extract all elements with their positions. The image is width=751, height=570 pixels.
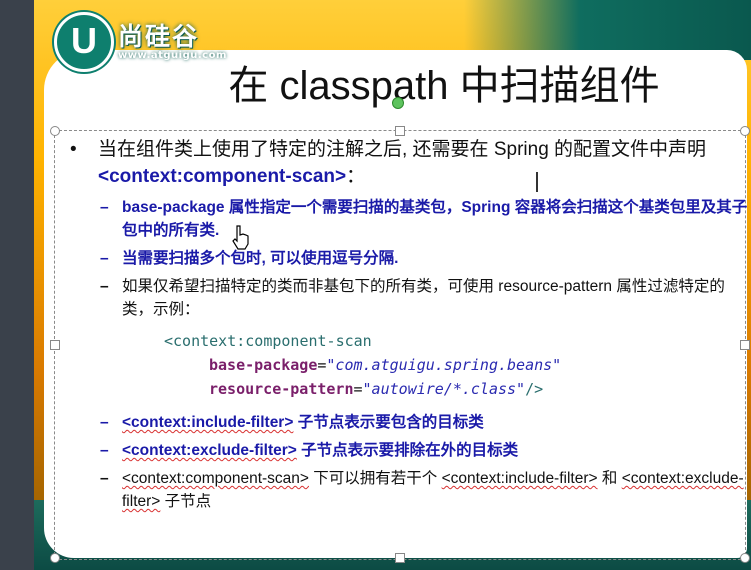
logo-brand-name: 尚硅谷 (118, 22, 200, 51)
rotation-handle[interactable] (392, 97, 404, 109)
resize-handle-top[interactable] (395, 126, 405, 136)
slide-thumbnail-strip[interactable] (0, 0, 35, 570)
bullet-main: • 当在组件类上使用了特定的注解之后, 还需要在 Spring 的配置文件中声明… (70, 139, 707, 187)
sub-item-resource-pattern: – 如果仅希望扫描特定的类而非基包下的所有类，可使用 resource-patt… (100, 278, 725, 318)
slide-canvas[interactable]: U 尚硅谷 www.atguigu.com 在 classpath 中扫描组件 … (34, 0, 751, 570)
slide-title[interactable]: 在 classpath 中扫描组件 (184, 60, 704, 112)
resize-handle-bottom[interactable] (395, 553, 405, 563)
resize-handle-bottom-right[interactable] (740, 553, 750, 563)
resize-handle-bottom-left[interactable] (50, 553, 60, 563)
sub-item-exclude-filter: – <context:exclude-filter> 子节点表示要排除在外的目标… (100, 442, 519, 459)
slide-body-text[interactable]: • 当在组件类上使用了特定的注解之后, 还需要在 Spring 的配置文件中声明… (58, 136, 748, 518)
tag-text: <context:component-scan> (98, 166, 347, 187)
logo-letter: U (71, 20, 97, 61)
logo-icon: U (54, 12, 114, 72)
sub-item-base-package: – base-package 属性指定一个需要扫描的基类包，Spring 容器将… (100, 199, 748, 239)
sub-item-include-filter: – <context:include-filter> 子节点表示要包含的目标类 (100, 414, 484, 431)
hand-pointer-icon (232, 225, 249, 250)
sub-item-child-nodes: – <context:component-scan> 下可以拥有若干个 <con… (100, 470, 744, 510)
code-example: <context:component-scan base-package="co… (164, 332, 562, 398)
sub-item-multiple-packages: – 当需要扫描多个包时, 可以使用逗号分隔. (100, 250, 399, 267)
resize-handle-top-right[interactable] (740, 126, 750, 136)
text-caret (536, 172, 538, 192)
resize-handle-top-left[interactable] (50, 126, 60, 136)
